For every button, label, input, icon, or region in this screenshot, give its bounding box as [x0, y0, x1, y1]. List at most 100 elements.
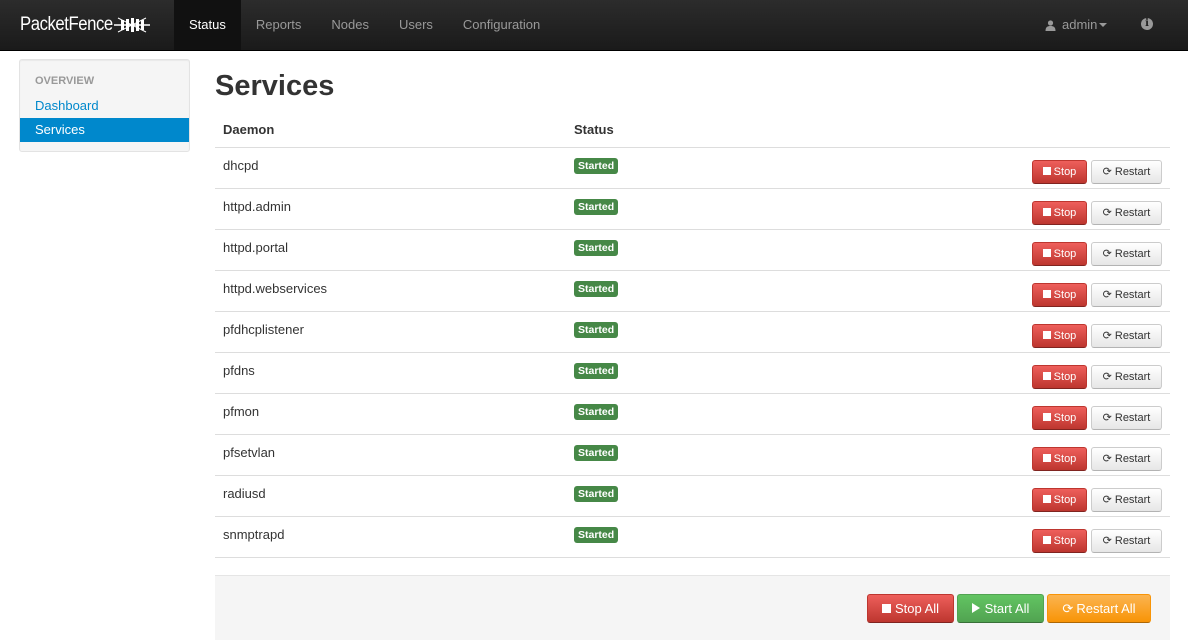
restart-label: Restart: [1114, 166, 1151, 178]
table-row: pfdhcplistener Started Stop ⟳ Restart: [215, 312, 1170, 353]
restart-all-button[interactable]: ⟳ Restart All: [1047, 594, 1151, 623]
stop-icon: [1042, 413, 1051, 421]
daemon-name: httpd.portal: [223, 240, 289, 255]
brand[interactable]: PacketFence: [20, 10, 150, 40]
stop-label: Stop: [1053, 289, 1077, 301]
column-header-daemon: Daemon: [223, 122, 275, 137]
stop-button[interactable]: Stop: [1032, 365, 1087, 389]
status-badge: Started: [574, 322, 619, 338]
stop-button[interactable]: Stop: [1032, 324, 1087, 348]
refresh-icon: ⟳: [1102, 207, 1112, 219]
stop-icon: [1042, 372, 1051, 380]
stop-button[interactable]: Stop: [1032, 406, 1087, 430]
table-row: pfmon Started Stop ⟳ Restart: [215, 394, 1170, 435]
restart-label: Restart: [1114, 289, 1151, 301]
restart-button[interactable]: ⟳ Restart: [1091, 365, 1162, 389]
stop-icon: [1042, 167, 1051, 175]
stop-button[interactable]: Stop: [1032, 488, 1087, 512]
table-row: radiusd Started Stop ⟳ Restart: [215, 476, 1170, 517]
user-icon: [1045, 19, 1056, 31]
chevron-down-icon: [1099, 23, 1108, 27]
stop-label: Stop: [1053, 371, 1077, 383]
restart-label: Restart: [1114, 371, 1151, 383]
stop-label: Stop: [1053, 207, 1077, 219]
brand-name: PacketFence: [20, 14, 113, 35]
stop-label: Stop: [1053, 494, 1077, 506]
stop-button[interactable]: Stop: [1032, 201, 1087, 225]
stop-button[interactable]: Stop: [1032, 160, 1087, 184]
table-row: dhcpd Started Stop ⟳ Restart: [215, 148, 1170, 189]
info-icon[interactable]: i: [1141, 18, 1153, 30]
stop-button[interactable]: Stop: [1032, 447, 1087, 471]
daemon-name: pfmon: [223, 404, 260, 419]
daemon-name: httpd.webservices: [223, 281, 328, 296]
nav-nodes[interactable]: Nodes: [316, 0, 384, 50]
daemon-name: radiusd: [223, 486, 266, 501]
stop-icon: [1042, 331, 1051, 339]
column-header-status: Status: [574, 122, 614, 137]
status-badge: Started: [574, 527, 619, 543]
stop-all-button[interactable]: Stop All: [867, 594, 954, 623]
restart-label: Restart: [1114, 453, 1151, 465]
restart-button[interactable]: ⟳ Restart: [1091, 283, 1162, 307]
stop-icon: [1042, 249, 1051, 257]
refresh-icon: ⟳: [1102, 535, 1112, 547]
top-navbar: PacketFence Status Reports Nodes Users C…: [0, 0, 1188, 51]
refresh-icon: ⟳: [1062, 601, 1074, 616]
sidebar-item-services[interactable]: Services: [20, 118, 189, 142]
restart-label: Restart: [1114, 535, 1151, 547]
stop-icon: [1042, 290, 1051, 298]
nav-configuration[interactable]: Configuration: [448, 0, 555, 50]
stop-button[interactable]: Stop: [1032, 242, 1087, 266]
restart-button[interactable]: ⟳ Restart: [1091, 242, 1162, 266]
refresh-icon: ⟳: [1102, 412, 1112, 424]
restart-button[interactable]: ⟳ Restart: [1091, 447, 1162, 471]
status-badge: Started: [574, 281, 619, 297]
restart-button[interactable]: ⟳ Restart: [1091, 324, 1162, 348]
refresh-icon: ⟳: [1102, 248, 1112, 260]
stop-label: Stop: [1053, 412, 1077, 424]
daemon-name: httpd.admin: [223, 199, 291, 214]
start-all-button[interactable]: Start All: [957, 594, 1044, 623]
restart-button[interactable]: ⟳ Restart: [1091, 201, 1162, 225]
status-badge: Started: [574, 445, 619, 461]
user-menu[interactable]: admin: [1045, 0, 1108, 50]
daemon-name: pfsetvlan: [223, 445, 276, 460]
restart-label: Restart: [1114, 207, 1151, 219]
table-row: pfsetvlan Started Stop ⟳ Restart: [215, 435, 1170, 476]
stop-icon: [1042, 454, 1051, 462]
status-badge: Started: [574, 199, 619, 215]
stop-all-label: Stop All: [894, 601, 940, 616]
form-actions: Stop All Start All ⟳ Restart All: [215, 575, 1170, 640]
nav-status[interactable]: Status: [174, 0, 241, 50]
refresh-icon: ⟳: [1102, 453, 1112, 465]
stop-label: Stop: [1053, 535, 1077, 547]
stop-button[interactable]: Stop: [1032, 529, 1087, 553]
play-icon: [971, 603, 980, 613]
stop-button[interactable]: Stop: [1032, 283, 1087, 307]
status-badge: Started: [574, 404, 619, 420]
refresh-icon: ⟳: [1102, 494, 1112, 506]
nav-reports[interactable]: Reports: [241, 0, 317, 50]
start-all-label: Start All: [984, 601, 1030, 616]
nav-users[interactable]: Users: [384, 0, 448, 50]
restart-button[interactable]: ⟳ Restart: [1091, 529, 1162, 553]
refresh-icon: ⟳: [1102, 330, 1112, 342]
status-badge: Started: [574, 158, 619, 174]
refresh-icon: ⟳: [1102, 166, 1112, 178]
sidebar: OVERVIEW Dashboard Services: [19, 59, 190, 152]
table-row: httpd.portal Started Stop ⟳ Restart: [215, 230, 1170, 271]
sidebar-item-dashboard[interactable]: Dashboard: [20, 94, 189, 118]
stop-icon: [881, 604, 891, 613]
packetfence-logo-icon: [114, 17, 150, 33]
table-row: httpd.webservices Started Stop ⟳ Restart: [215, 271, 1170, 312]
stop-label: Stop: [1053, 166, 1077, 178]
daemon-name: snmptrapd: [223, 527, 285, 542]
table-row: snmptrapd Started Stop ⟳ Restart: [215, 517, 1170, 558]
restart-button[interactable]: ⟳ Restart: [1091, 160, 1162, 184]
restart-button[interactable]: ⟳ Restart: [1091, 406, 1162, 430]
restart-button[interactable]: ⟳ Restart: [1091, 488, 1162, 512]
main-nav: Status Reports Nodes Users Configuration: [174, 0, 555, 50]
stop-label: Stop: [1053, 248, 1077, 260]
stop-label: Stop: [1053, 330, 1077, 342]
